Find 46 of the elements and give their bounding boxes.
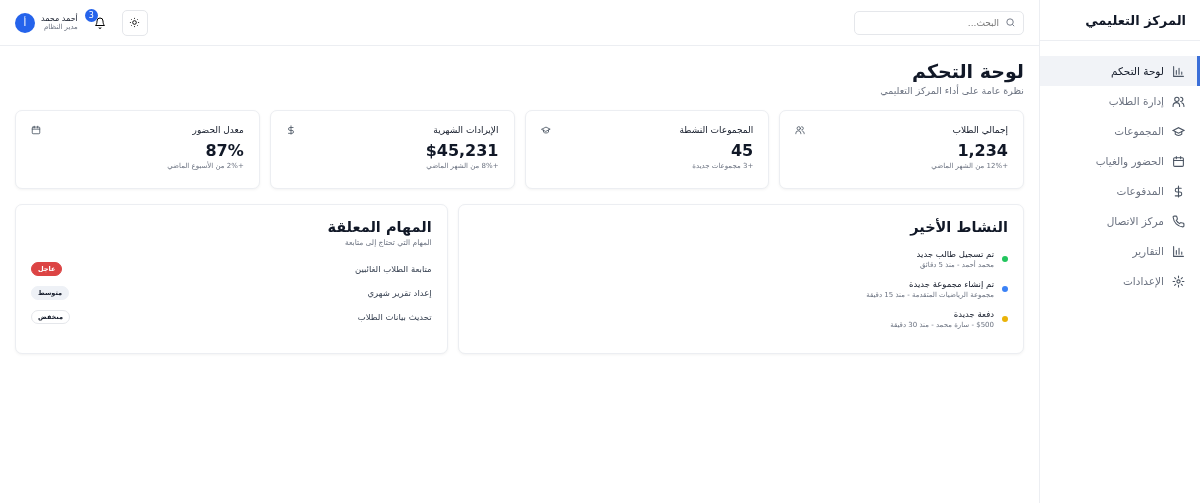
- activity-title: تم تسجيل طالب جديد: [916, 249, 994, 259]
- search-icon: [1005, 16, 1016, 28]
- sidebar-item[interactable]: الحضور والغياب: [1040, 146, 1200, 176]
- sidebar-item[interactable]: مركز الاتصال: [1040, 206, 1200, 236]
- calendar-icon: [1172, 154, 1185, 168]
- theme-toggle-button[interactable]: [121, 9, 148, 36]
- task-label: إعداد تقرير شهري: [367, 288, 432, 298]
- sidebar-item[interactable]: لوحة التحكم: [1040, 56, 1200, 86]
- bell-icon: [93, 16, 106, 29]
- stat-label: معدل الحضور: [192, 125, 244, 135]
- users-icon: [1172, 94, 1185, 108]
- graduation-cap-icon: [540, 125, 551, 135]
- sidebar-item[interactable]: المدفوعات: [1040, 176, 1200, 206]
- task-label: متابعة الطلاب الغائبين: [354, 264, 432, 274]
- notification-badge: 3: [84, 8, 98, 22]
- bar-chart-icon: [1172, 64, 1185, 78]
- bar-chart-icon: [1172, 244, 1185, 258]
- sidebar-item[interactable]: المجموعات: [1040, 116, 1200, 146]
- sidebar-item[interactable]: التقارير: [1040, 236, 1200, 266]
- user-avatar[interactable]: أ: [15, 12, 35, 33]
- stat-label: إجمالي الطلاب: [952, 125, 1008, 135]
- users-icon: [795, 125, 806, 135]
- activity-title: دفعة جديدة: [952, 309, 994, 319]
- card-title: النشاط الأخير: [908, 219, 1008, 235]
- stat-value: 1,234: [956, 141, 1008, 160]
- user-name: أحمد محمد: [41, 14, 78, 23]
- calendar-icon: [31, 125, 41, 135]
- sun-icon: [129, 17, 141, 28]
- activity-title: تم إنشاء مجموعة جديدة: [908, 279, 994, 289]
- card-title: المهام المعلقة: [326, 219, 432, 235]
- page-subtitle: نظرة عامة على أداء المركز التعليمي: [879, 85, 1024, 96]
- stat-value: 45: [730, 141, 754, 160]
- dollar-icon: [1172, 184, 1185, 198]
- task-label: تحديث بيانات الطلاب: [357, 312, 432, 322]
- sidebar-title: المركز التعليمي: [1085, 12, 1186, 28]
- stat-label: المجموعات النشطة: [679, 125, 754, 135]
- sidebar-item[interactable]: إدارة الطلاب: [1040, 86, 1200, 116]
- dollar-icon: [285, 125, 296, 135]
- search-field[interactable]: البحث...: [854, 10, 1024, 35]
- stat-value: 87%: [204, 141, 244, 160]
- stat-label: الإيرادات الشهرية: [433, 125, 499, 135]
- graduation-cap-icon: [1172, 124, 1185, 138]
- page-title: لوحة التحكم: [911, 60, 1024, 82]
- sidebar-item[interactable]: الإعدادات: [1040, 266, 1200, 296]
- stat-value: $45,231: [424, 141, 499, 160]
- phone-icon: [1172, 214, 1185, 228]
